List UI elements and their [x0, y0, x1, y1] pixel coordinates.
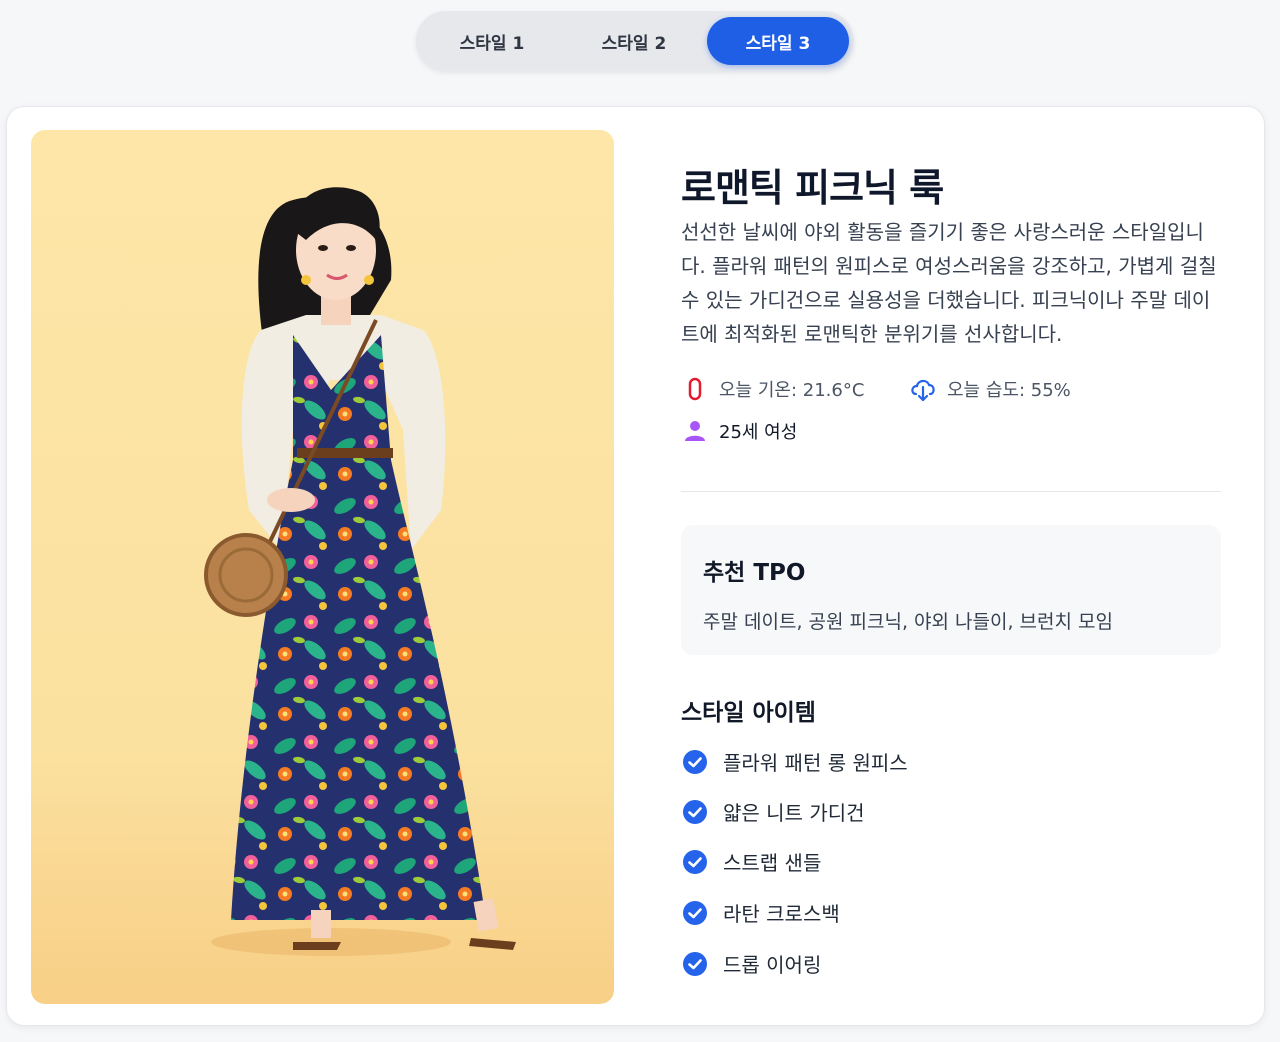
style-description: 선선한 날씨에 야외 활동을 즐기기 좋은 사랑스러운 스타일입니다. 플라워 … [681, 220, 1217, 346]
style-card: 로맨틱 피크닉 룩 선선한 날씨에 야외 활동을 즐기기 좋은 사랑스러운 스타… [6, 106, 1265, 1026]
persona-info: 25세 여성 [681, 417, 797, 445]
tpo-title: 추천 TPO [703, 560, 806, 586]
thermometer-icon [681, 375, 709, 403]
style-item-label: 라탄 크로스백 [723, 902, 840, 926]
check-circle-icon [681, 748, 709, 776]
style-item-label: 드롭 이어링 [723, 953, 822, 977]
humidity-info: 오늘 습도: 55% [909, 375, 1071, 403]
check-circle-icon [681, 899, 709, 927]
style-item-label: 얇은 니트 가디건 [723, 801, 865, 825]
style-items-title: 스타일 아이템 [681, 700, 816, 726]
check-circle-icon [681, 848, 709, 876]
list-item: 드롭 이어링 [681, 949, 821, 978]
model-figure-image [204, 187, 516, 956]
tpo-text: 주말 데이트, 공원 피크닉, 야외 나들이, 브런치 모임 [703, 611, 1113, 633]
style-title: 로맨틱 피크닉 룩 [681, 166, 944, 210]
section-divider [681, 491, 1221, 492]
cloud-download-icon [909, 375, 937, 403]
tpo-box: 추천 TPO 주말 데이트, 공원 피크닉, 야외 나들이, 브런치 모임 [681, 525, 1221, 655]
tab-style-1[interactable]: 스타일 1 [421, 17, 563, 65]
persona-text: 25세 여성 [719, 422, 798, 443]
style-tabs: 스타일 1 스타일 2 스타일 3 [416, 11, 854, 71]
list-item: 라탄 크로스백 [681, 898, 840, 927]
list-item: 플라워 패턴 롱 원피스 [681, 747, 908, 776]
outfit-illustration [31, 130, 614, 1004]
tab-style-2[interactable]: 스타일 2 [563, 17, 705, 65]
tab-style-3[interactable]: 스타일 3 [707, 17, 849, 65]
check-circle-icon [681, 798, 709, 826]
list-item: 스트랩 샌들 [681, 847, 821, 876]
temperature-text: 오늘 기온: 21.6°C [719, 380, 865, 401]
check-circle-icon [681, 950, 709, 978]
person-icon [681, 417, 709, 445]
list-item: 얇은 니트 가디건 [681, 797, 865, 826]
style-item-label: 스트랩 샌들 [723, 851, 822, 875]
style-item-label: 플라워 패턴 롱 원피스 [723, 751, 908, 775]
temperature-info: 오늘 기온: 21.6°C [681, 375, 864, 403]
humidity-text: 오늘 습도: 55% [947, 380, 1071, 401]
